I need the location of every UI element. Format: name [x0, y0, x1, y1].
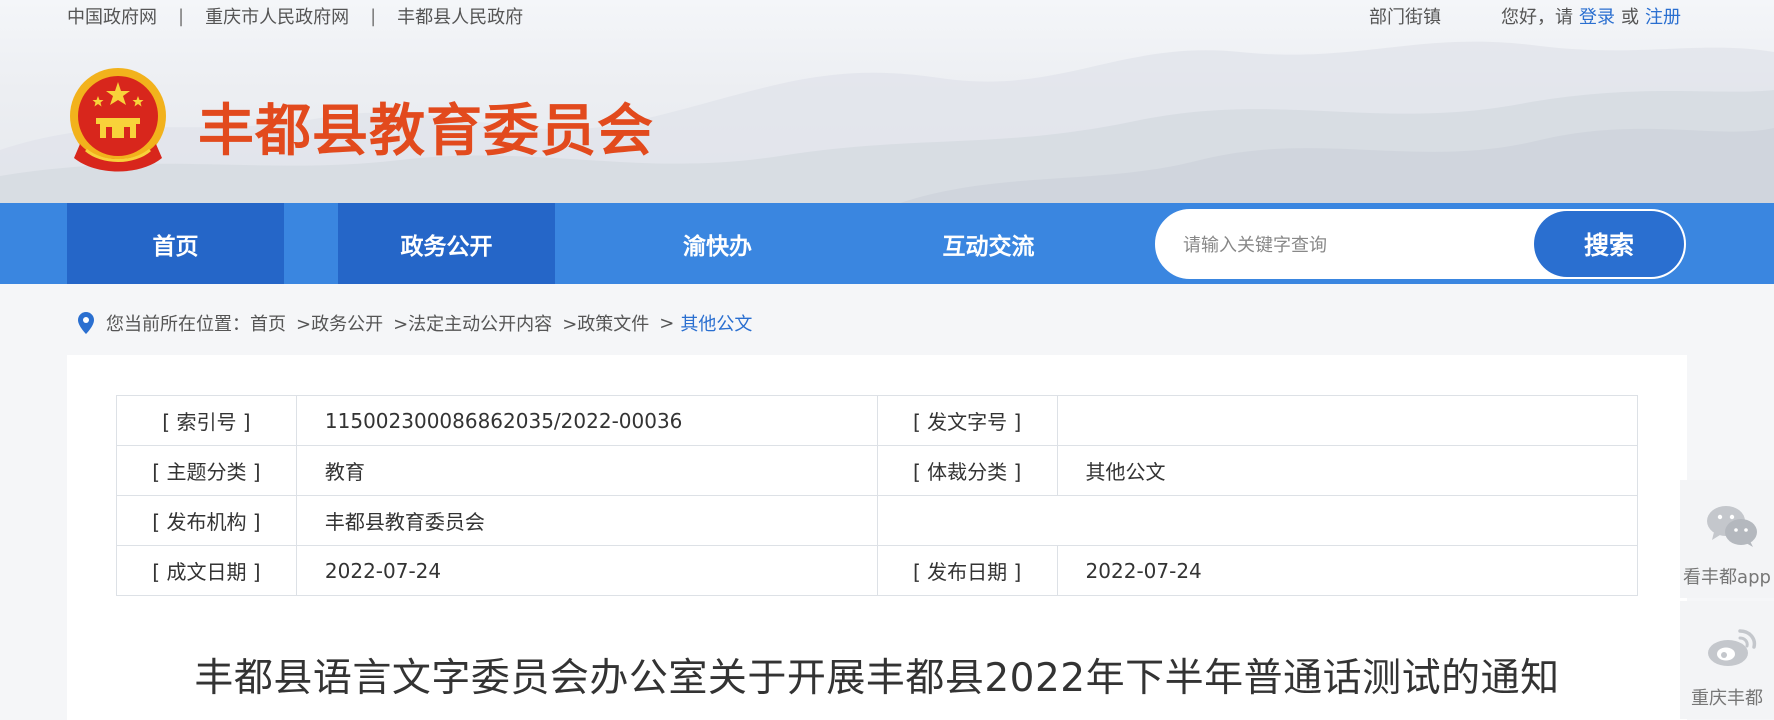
- site-title: 丰都县教育委员会: [198, 99, 654, 164]
- table-row: [ 主题分类 ] 教育 [ 体裁分类 ] 其他公文: [116, 445, 1639, 496]
- or-text: 或: [1621, 7, 1639, 28]
- org-label: [ 发布机构 ]: [116, 495, 297, 546]
- location-pin-icon: [78, 312, 94, 334]
- link-chongqing-gov[interactable]: 重庆市人民政府网: [205, 3, 349, 29]
- header-banner: 中国政府网 | 重庆市人民政府网 | 丰都县人民政府 部门街镇 您好，请 登录 …: [0, 0, 1774, 203]
- table-row: [ 发布机构 ] 丰都县教育委员会: [116, 495, 1639, 546]
- document-meta-table: [ 索引号 ] 11500230008686203​5/2022-00036 […: [116, 395, 1639, 596]
- weibo-link[interactable]: 重庆丰都: [1680, 601, 1774, 719]
- topic-label: [ 主题分类 ]: [116, 445, 297, 496]
- publish-date-label: [ 发布日期 ]: [876, 545, 1058, 596]
- nav-home[interactable]: 首页: [67, 203, 284, 284]
- separator: |: [178, 5, 185, 27]
- genre-value: 其他公文: [1056, 445, 1639, 496]
- topic-value: 教育: [295, 445, 878, 496]
- wechat-app-label: 看丰都app: [1683, 567, 1771, 588]
- index-label: [ 索引号 ]: [116, 395, 297, 446]
- breadcrumb-prefix: 您当前所在位置：: [106, 314, 250, 335]
- table-row: [ 成文日期 ] 2022-07-24 [ 发布日期 ] 2022-07-24: [116, 545, 1639, 596]
- wechat-app-link[interactable]: 看丰都app: [1680, 480, 1774, 598]
- content-card: [ 索引号 ] 11500230008686203​5/2022-00036 […: [67, 355, 1687, 720]
- nav-yukuaiban[interactable]: 渝快办: [609, 203, 826, 284]
- genre-label: [ 体裁分类 ]: [876, 445, 1058, 496]
- national-emblem-icon: [70, 68, 166, 172]
- login-link[interactable]: 登录: [1579, 3, 1615, 29]
- publish-date-value: 2022-07-24: [1056, 545, 1639, 596]
- nav-interaction[interactable]: 互动交流: [880, 203, 1097, 284]
- document-title: 丰都县语言文字委员会办公室关于开展丰都县2022年下半年普通话测试的通知: [194, 656, 1560, 701]
- dept-link[interactable]: 部门街镇: [1369, 3, 1441, 29]
- doc-number-value: [1056, 395, 1639, 446]
- breadcrumb-home[interactable]: 首页: [250, 310, 286, 336]
- doc-number-label: [ 发文字号 ]: [876, 395, 1058, 446]
- user-links: 部门街镇 您好，请 登录 或 注册: [1369, 4, 1681, 28]
- register-link[interactable]: 注册: [1645, 3, 1681, 29]
- search-box: 搜索: [1155, 209, 1686, 279]
- written-date-value: 2022-07-24: [295, 545, 878, 596]
- separator: |: [370, 5, 377, 27]
- breadcrumb-statutory-content[interactable]: >法定主动公开内容: [393, 310, 552, 336]
- main-nav: 首页 政务公开 渝快办 互动交流 搜索: [0, 203, 1774, 284]
- weibo-label: 重庆丰都: [1691, 688, 1763, 709]
- org-value: 丰都县教育委员会: [295, 495, 878, 546]
- written-date-label: [ 成文日期 ]: [116, 545, 297, 596]
- breadcrumb-arrow: >: [659, 312, 675, 334]
- wechat-icon: [1707, 506, 1757, 547]
- breadcrumb: 您当前所在位置： 首页 >政务公开 >法定主动公开内容 >政策文件 > 其他公文: [78, 310, 752, 336]
- breadcrumb-policy-documents[interactable]: >政策文件: [562, 310, 649, 336]
- nav-government-affairs[interactable]: 政务公开: [338, 203, 555, 284]
- top-links: 中国政府网 | 重庆市人民政府网 | 丰都县人民政府: [67, 3, 523, 29]
- search-button[interactable]: 搜索: [1534, 211, 1684, 277]
- breadcrumb-government-affairs[interactable]: >政务公开: [296, 310, 383, 336]
- table-row: [ 索引号 ] 11500230008686203​5/2022-00036 […: [116, 395, 1639, 446]
- index-value: 11500230008686203​5/2022-00036: [295, 395, 878, 446]
- link-fengdu-gov[interactable]: 丰都县人民政府: [397, 3, 523, 29]
- greeting-text: 您好，请: [1501, 7, 1573, 28]
- weibo-icon: [1708, 629, 1757, 666]
- search-input[interactable]: [1183, 227, 1523, 263]
- breadcrumb-current[interactable]: 其他公文: [680, 310, 752, 336]
- empty-cell: [876, 495, 1639, 546]
- link-china-gov[interactable]: 中国政府网: [67, 3, 157, 29]
